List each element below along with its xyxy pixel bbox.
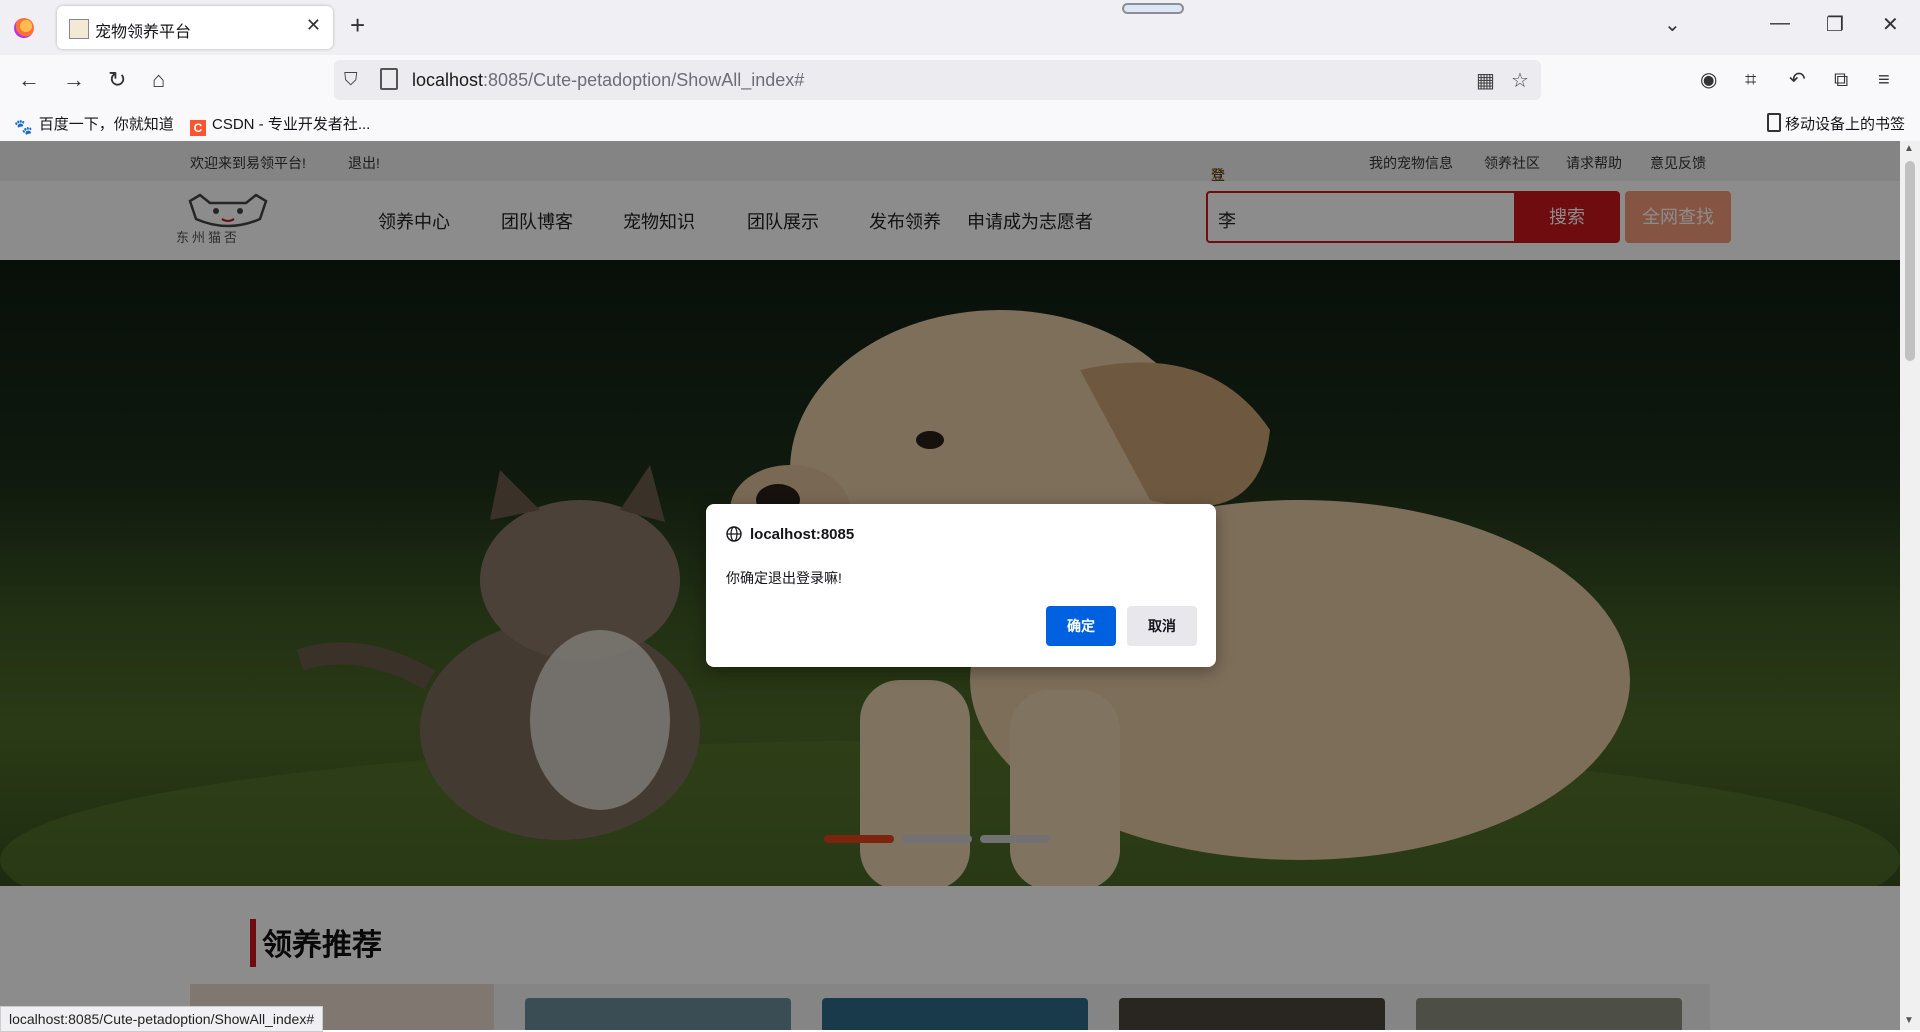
account-icon[interactable]: ◉ <box>1700 67 1717 93</box>
back-icon[interactable]: ← <box>18 67 40 93</box>
tab-bar: 宠物领养平台 ✕ + ⌄ — ❐ ✕ <box>0 0 1920 55</box>
extensions-icon[interactable]: ⧉ <box>1834 67 1848 93</box>
bookmark-csdn[interactable]: C CSDN - 专业开发者社... <box>190 113 370 136</box>
browser-tab[interactable]: 宠物领养平台 ✕ <box>57 6 333 49</box>
reload-icon[interactable]: ↻ <box>108 67 126 93</box>
bookmark-star-icon[interactable]: ☆ <box>1511 68 1529 93</box>
dialog-message: 你确定退出登录嘛! <box>726 570 842 586</box>
restore-icon[interactable]: ❐ <box>1826 12 1844 37</box>
page-scrollbar[interactable]: ▲ ▼ <box>1900 141 1920 1030</box>
url-bar[interactable]: ⛉ localhost:8085/Cute-petadoption/ShowAl… <box>334 60 1541 100</box>
bookmark-baidu[interactable]: 🐾 百度一下，你就知道 <box>14 113 174 136</box>
scroll-thumb[interactable] <box>1905 161 1915 361</box>
shield-icon[interactable]: ⛉ <box>344 69 358 90</box>
scroll-down-icon[interactable]: ▼ <box>1904 1015 1914 1026</box>
close-window-icon[interactable]: ✕ <box>1882 12 1899 37</box>
scroll-up-icon[interactable]: ▲ <box>1904 143 1914 154</box>
new-tab-icon[interactable]: + <box>350 10 365 41</box>
mobile-bookmarks[interactable]: 移动设备上的书签 <box>1767 113 1905 134</box>
screenshot-icon[interactable]: ⌗ <box>1745 67 1756 93</box>
url-text[interactable]: localhost:8085/Cute-petadoption/ShowAll_… <box>412 70 804 91</box>
dialog-origin: localhost:8085 <box>750 526 855 543</box>
minimize-icon[interactable]: — <box>1770 12 1790 35</box>
undo-icon[interactable]: ↶ <box>1789 67 1806 93</box>
confirm-dialog: localhost:8085 你确定退出登录嘛! 确定 取消 <box>706 504 1216 667</box>
tab-favicon-icon <box>69 19 89 39</box>
tab-title: 宠物领养平台 <box>95 24 192 41</box>
firefox-icon[interactable] <box>14 18 34 38</box>
globe-icon <box>726 526 742 542</box>
bookmarks-bar: 🐾 百度一下，你就知道 C CSDN - 专业开发者社... 移动设备上的书签 <box>0 105 1920 142</box>
status-bar: localhost:8085/Cute-petadoption/ShowAll_… <box>0 1006 324 1032</box>
page-info-icon[interactable] <box>380 68 398 90</box>
close-tab-icon[interactable]: ✕ <box>306 15 321 36</box>
list-tabs-icon[interactable]: ⌄ <box>1664 12 1681 37</box>
baidu-paw-icon: 🐾 <box>14 119 33 136</box>
mobile-device-icon <box>1767 113 1781 132</box>
forward-icon[interactable]: → <box>63 67 85 93</box>
menu-icon[interactable]: ≡ <box>1878 67 1890 93</box>
qr-code-icon[interactable]: ▦ <box>1476 68 1495 93</box>
csdn-icon: C <box>190 120 206 136</box>
home-icon[interactable]: ⌂ <box>152 67 165 93</box>
cancel-button[interactable]: 取消 <box>1127 606 1197 646</box>
window-drag-handle[interactable] <box>1122 3 1184 14</box>
confirm-button[interactable]: 确定 <box>1046 606 1116 646</box>
nav-toolbar: ← → ↻ ⌂ ⛉ localhost:8085/Cute-petadoptio… <box>0 55 1920 105</box>
